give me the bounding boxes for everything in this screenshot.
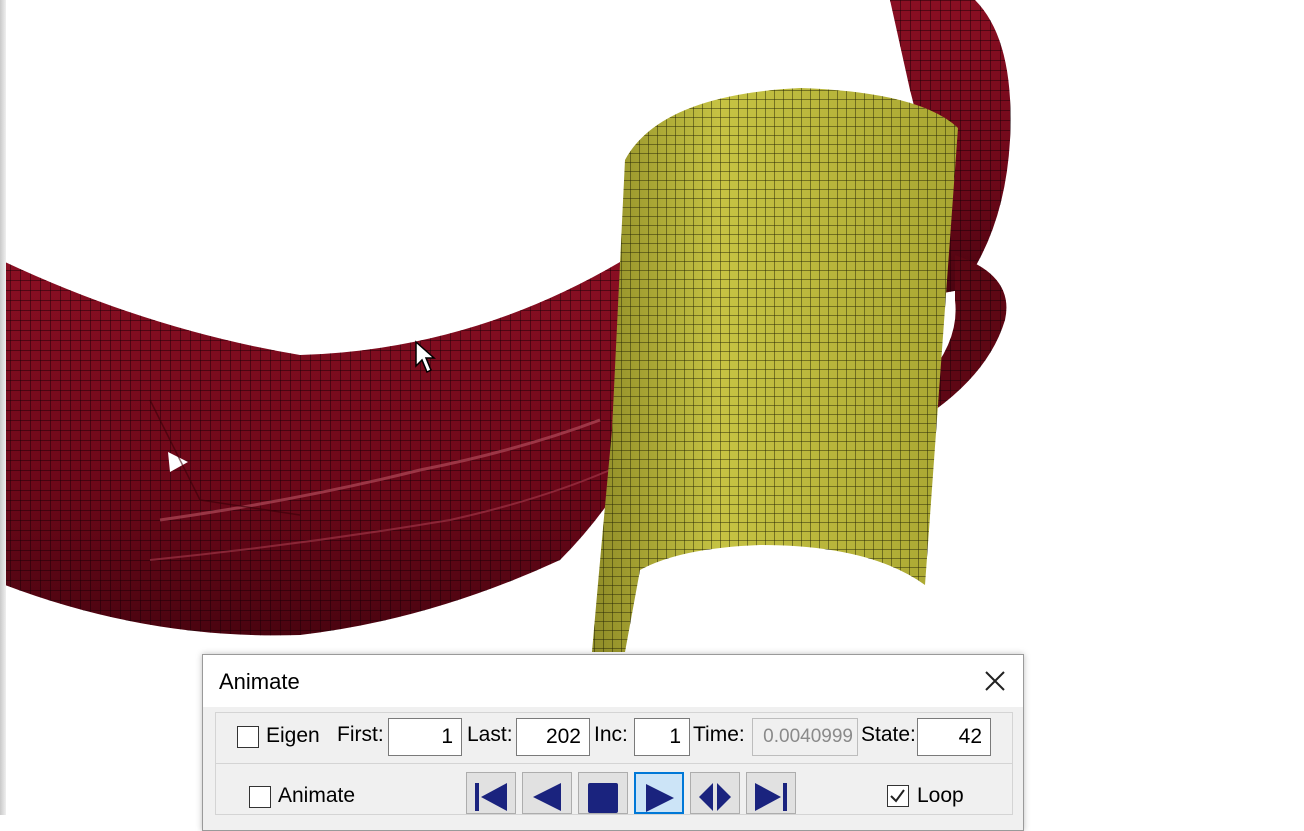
play-back-and-forth-button[interactable] [690, 772, 740, 814]
dialog-title: Animate [219, 669, 300, 694]
time-label: Time: [693, 723, 745, 746]
time-display [752, 718, 858, 756]
eigen-checkbox[interactable] [237, 726, 259, 748]
clip-band-front [5, 262, 630, 636]
close-icon[interactable] [981, 667, 1009, 695]
loop-checkbox[interactable] [887, 785, 909, 807]
cylinder-part [592, 88, 958, 652]
state-label: State: [861, 723, 916, 746]
animate-label: Animate [278, 784, 356, 807]
skip-to-last-button[interactable] [746, 772, 796, 814]
play-back-and-forth-icon [699, 783, 731, 811]
eigen-label: Eigen [266, 724, 320, 747]
checkmark-icon [890, 789, 905, 803]
skip-to-last-icon [755, 783, 787, 811]
loop-label: Loop [917, 784, 964, 807]
first-label: First: [337, 723, 384, 746]
play-forward-icon [646, 784, 674, 812]
stop-icon [588, 783, 618, 813]
window-left-border [0, 0, 6, 815]
play-backward-icon [533, 783, 561, 811]
first-state-input[interactable] [388, 718, 462, 756]
last-label: Last: [467, 723, 513, 746]
dialog-title-bar[interactable]: Animate [203, 655, 1023, 707]
skip-to-first-button[interactable] [466, 772, 516, 814]
increment-input[interactable] [634, 718, 690, 756]
animate-dialog: Animate Eigen First: Last: Inc: Time: St… [202, 654, 1024, 831]
animation-range-row: Eigen First: Last: Inc: Time: State: [215, 712, 1013, 764]
play-forward-button[interactable] [634, 772, 684, 814]
last-state-input[interactable] [516, 718, 590, 756]
stop-button[interactable] [578, 772, 628, 814]
play-backward-button[interactable] [522, 772, 572, 814]
mouse-cursor-icon [415, 340, 436, 374]
inc-label: Inc: [594, 723, 628, 746]
current-state-input[interactable] [917, 718, 991, 756]
skip-to-first-icon [475, 783, 507, 811]
playback-controls-row: Animate Loop [215, 763, 1013, 815]
animate-checkbox[interactable] [249, 786, 271, 808]
